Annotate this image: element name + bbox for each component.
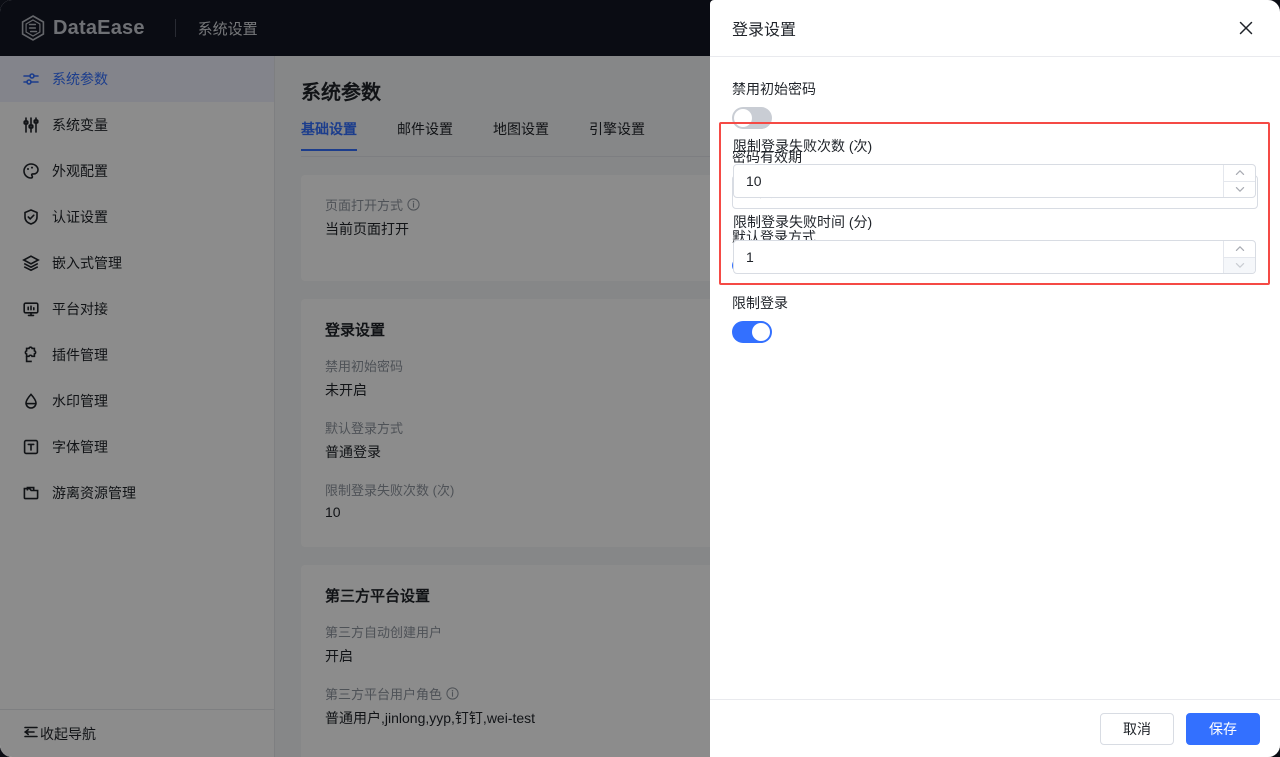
login-fail-settings-highlight: 限制登录失败次数 (次) 限制登录失败时间 (分) xyxy=(719,122,1270,285)
fail-count-label: 限制登录失败次数 (次) xyxy=(733,136,1256,156)
limit-login-label: 限制登录 xyxy=(732,293,1258,313)
login-settings-drawer: 登录设置 禁用初始密码 密码有效期 永久 xyxy=(710,0,1280,757)
drawer-body: 禁用初始密码 密码有效期 永久 默认登录方式 普通登录 xyxy=(710,57,1280,699)
fail-time-stepper[interactable] xyxy=(733,240,1256,274)
drawer-title: 登录设置 xyxy=(732,16,1234,40)
limit-login-toggle[interactable] xyxy=(732,321,772,343)
chevron-down-icon xyxy=(1224,258,1255,274)
cancel-button[interactable]: 取消 xyxy=(1100,713,1174,745)
disable-initial-password-label: 禁用初始密码 xyxy=(732,79,1258,99)
drawer-footer: 取消 保存 xyxy=(710,699,1280,757)
chevron-up-icon[interactable] xyxy=(1224,241,1255,258)
chevron-up-icon[interactable] xyxy=(1224,165,1255,182)
save-button[interactable]: 保存 xyxy=(1186,713,1260,745)
toggle-knob xyxy=(752,323,770,341)
chevron-down-icon[interactable] xyxy=(1224,182,1255,198)
fail-time-label: 限制登录失败时间 (分) xyxy=(733,212,1256,232)
fail-time-spin-buttons xyxy=(1223,241,1255,273)
fail-count-spin-buttons xyxy=(1223,165,1255,197)
fail-count-stepper[interactable] xyxy=(733,164,1256,198)
app-window: DataEase 系统设置 系统参数 系统变量 xyxy=(0,0,1280,757)
fail-count-input[interactable] xyxy=(734,165,1223,197)
fail-time-input[interactable] xyxy=(734,241,1223,273)
close-icon[interactable] xyxy=(1234,16,1258,40)
drawer-header: 登录设置 xyxy=(710,0,1280,57)
